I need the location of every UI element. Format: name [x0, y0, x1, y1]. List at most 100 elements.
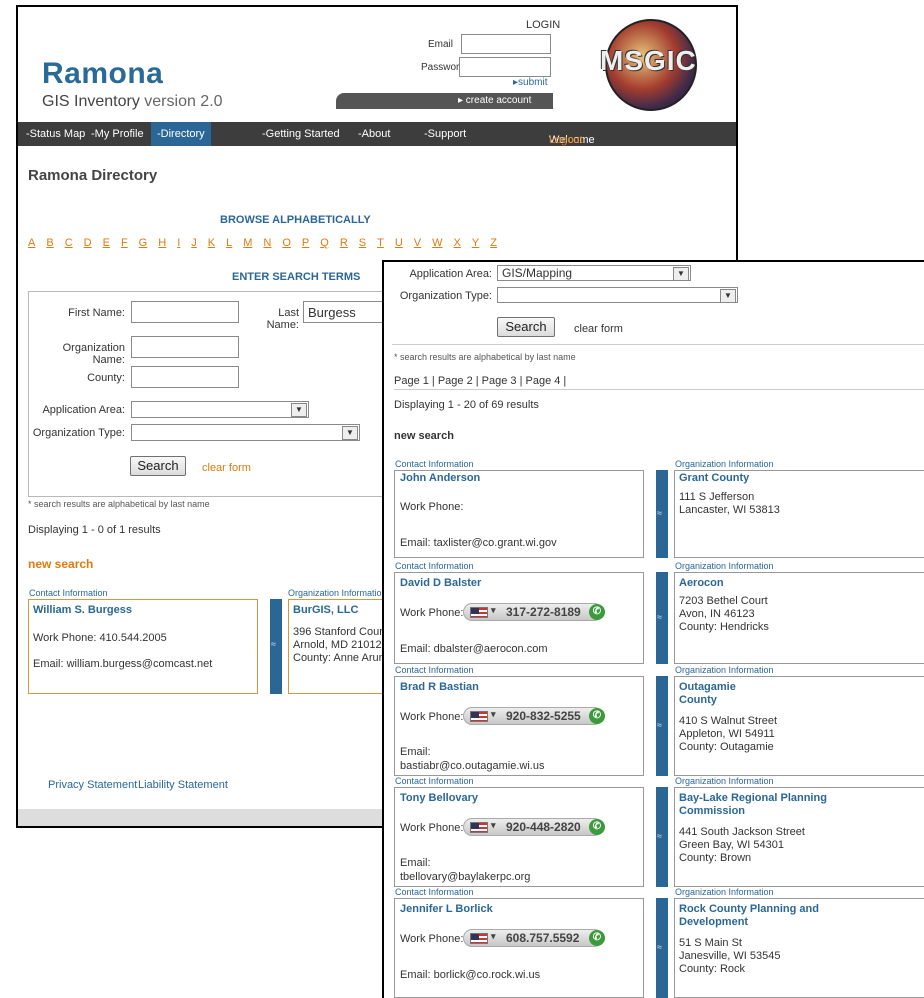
phone-call-icon[interactable]: ✆ — [589, 604, 605, 620]
contact-name[interactable]: John Anderson — [400, 472, 480, 484]
letter-link-c[interactable]: C — [65, 237, 73, 249]
chevron-down-icon: ▾ — [491, 931, 496, 941]
org-name-input[interactable] — [131, 336, 239, 358]
last-name-input[interactable]: Burgess — [303, 301, 393, 323]
login-password-input[interactable] — [459, 57, 551, 77]
email-text: Email: borlick@co.rock.wi.us — [400, 969, 541, 981]
chevron-down-icon: ▾ — [491, 605, 496, 615]
letter-link-r[interactable]: R — [340, 237, 348, 249]
org-name[interactable]: Aerocon — [679, 577, 724, 589]
search-button[interactable]: Search — [130, 456, 186, 476]
letter-link-k[interactable]: K — [208, 237, 215, 249]
org-name-line-2[interactable]: County — [679, 694, 717, 706]
letter-link-i[interactable]: I — [177, 237, 180, 249]
org-name[interactable]: Rock County Planning and — [679, 903, 819, 915]
letter-link-y[interactable]: Y — [472, 237, 479, 249]
directory-window-front: Application Area: GIS/Mapping ▼ Organizat… — [382, 260, 924, 998]
org-name[interactable]: BurGIS, LLC — [293, 604, 358, 616]
letter-link-g[interactable]: G — [139, 237, 148, 249]
sort-note: * search results are alphabetical by las… — [394, 352, 576, 362]
org-card: Rock County Planning and Development 51 S … — [674, 898, 924, 998]
sort-note: * search results are alphabetical by las… — [28, 499, 210, 509]
new-search-link[interactable]: new search — [394, 430, 454, 442]
login-email-input[interactable] — [461, 34, 551, 54]
nav-directory[interactable]: -Directory — [151, 122, 211, 146]
nav-support[interactable]: -Support — [424, 128, 466, 140]
org-address-line: County: Brown — [679, 852, 752, 864]
create-account-bar[interactable]: ▸ create account — [336, 93, 553, 109]
nav-getting-started[interactable]: -Getting Started — [262, 128, 340, 140]
contact-name[interactable]: William S. Burgess — [33, 604, 132, 616]
phone-badge[interactable]: ▾ 920-832-5255 ✆ — [463, 707, 605, 725]
letter-link-q[interactable]: Q — [320, 237, 329, 249]
letter-link-j[interactable]: J — [191, 237, 197, 249]
chevron-down-icon: ▾ — [491, 709, 496, 719]
org-card: Outagamie County 410 S Walnut Street Applet… — [674, 676, 924, 776]
org-name-line-2[interactable]: Commission — [679, 805, 745, 817]
letter-link-b[interactable]: B — [46, 237, 53, 249]
county-input[interactable] — [131, 366, 239, 388]
letter-link-w[interactable]: W — [432, 237, 442, 249]
email-address: tbellovary@baylakerpc.org — [400, 871, 531, 883]
new-search-link[interactable]: new search — [28, 557, 93, 571]
nav-my-profile[interactable]: -My Profile — [91, 128, 144, 140]
clear-form-link[interactable]: clear form — [202, 462, 251, 474]
contact-info-heading: Contact Information — [395, 665, 474, 675]
clear-form-link[interactable]: clear form — [574, 323, 623, 335]
letter-link-f[interactable]: F — [121, 237, 128, 249]
logout-link[interactable]: Logout — [549, 134, 583, 146]
phone-badge[interactable]: ▾ 317-272-8189 ✆ — [463, 603, 605, 621]
phone-call-icon[interactable]: ✆ — [589, 708, 605, 724]
letter-link-z[interactable]: Z — [490, 237, 497, 249]
privacy-link[interactable]: Privacy Statement — [48, 779, 137, 791]
chevron-down-icon: ▼ — [342, 426, 358, 440]
phone-call-icon[interactable]: ✆ — [589, 819, 605, 835]
us-flag-icon — [470, 933, 488, 944]
search-button[interactable]: Search — [497, 317, 555, 337]
letter-link-o[interactable]: O — [282, 237, 291, 249]
letter-link-d[interactable]: D — [84, 237, 92, 249]
email-text: Email: taxlister@co.grant.wi.gov — [400, 537, 557, 549]
letter-link-e[interactable]: E — [103, 237, 110, 249]
phone-number: 608.757.5592 — [506, 931, 580, 945]
contact-name[interactable]: David D Balster — [400, 577, 481, 589]
create-account-link[interactable]: ▸ create account — [458, 95, 531, 106]
letter-link-l[interactable]: L — [226, 237, 232, 249]
org-name[interactable]: Grant County — [679, 472, 749, 484]
letter-link-x[interactable]: X — [454, 237, 461, 249]
first-name-input[interactable] — [131, 301, 239, 323]
app-area-select[interactable]: GIS/Mapping ▼ — [497, 265, 691, 281]
org-type-select[interactable]: ▼ — [497, 287, 738, 303]
contact-name[interactable]: Tony Bellovary — [400, 792, 478, 804]
nav-about[interactable]: -About — [358, 128, 390, 140]
org-type-select[interactable]: ▼ — [131, 424, 360, 441]
chevron-down-icon: ▾ — [491, 820, 496, 830]
contact-name[interactable]: Brad R Bastian — [400, 681, 479, 693]
phone-badge[interactable]: ▾ 920-448-2820 ✆ — [463, 818, 605, 836]
pagination[interactable]: Page 1 | Page 2 | Page 3 | Page 4 | — [394, 375, 566, 387]
login-submit-link[interactable]: ▸submit — [513, 77, 547, 88]
app-area-select[interactable]: ▼ — [131, 401, 309, 418]
letter-link-u[interactable]: U — [395, 237, 403, 249]
letter-link-a[interactable]: A — [28, 237, 35, 249]
letter-link-n[interactable]: N — [263, 237, 271, 249]
org-name-line-2[interactable]: Development — [679, 916, 748, 928]
chevron-down-icon: ▼ — [673, 267, 689, 281]
us-flag-icon — [470, 711, 488, 722]
letter-link-h[interactable]: H — [158, 237, 166, 249]
org-name[interactable]: Bay-Lake Regional Planning — [679, 792, 827, 804]
app-area-label: Application Area: — [409, 268, 492, 280]
letter-link-v[interactable]: V — [414, 237, 421, 249]
phone-badge[interactable]: ▾ 608.757.5592 ✆ — [463, 929, 605, 947]
phone-call-icon[interactable]: ✆ — [589, 930, 605, 946]
letter-link-m[interactable]: M — [243, 237, 252, 249]
liability-link[interactable]: Liability Statement — [138, 779, 228, 791]
letter-link-s[interactable]: S — [359, 237, 366, 249]
letter-link-p[interactable]: P — [302, 237, 309, 249]
org-name[interactable]: Outagamie — [679, 681, 736, 693]
letter-link-t[interactable]: T — [377, 237, 384, 249]
contact-name[interactable]: Jennifer L Borlick — [400, 903, 493, 915]
nav-status-map[interactable]: -Status Map — [26, 128, 85, 140]
org-address-line: 410 S Walnut Street — [679, 715, 778, 727]
org-info-heading: Organization Information — [675, 776, 774, 786]
